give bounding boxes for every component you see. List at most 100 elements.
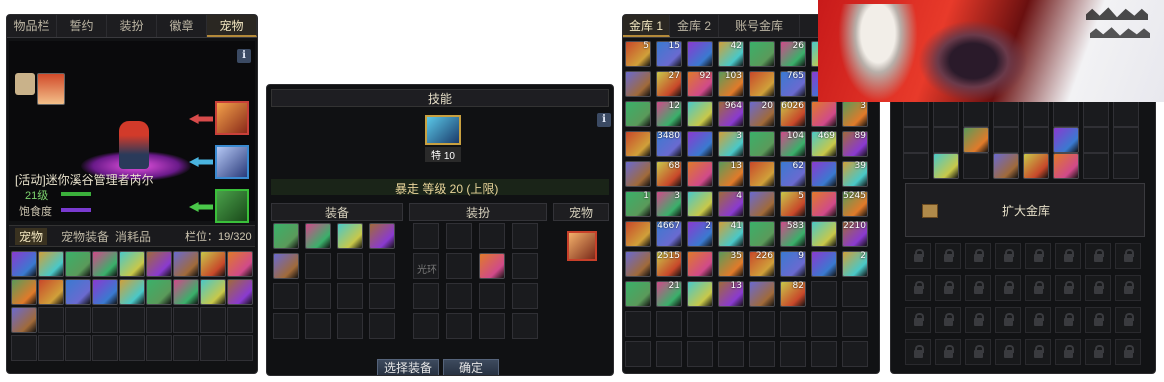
equipment-slot-empty[interactable] xyxy=(337,253,363,279)
empty-slot[interactable] xyxy=(92,307,118,333)
vault-item-slot[interactable] xyxy=(749,131,775,157)
empty-slot[interactable] xyxy=(227,335,253,361)
tab-pet[interactable]: 宠物 xyxy=(207,15,257,37)
pet-item-slot[interactable] xyxy=(11,251,37,277)
vault-item-slot[interactable] xyxy=(811,251,837,277)
vault-item-slot[interactable]: 2 xyxy=(842,251,868,277)
account-vault-item[interactable] xyxy=(993,153,1019,179)
vault-item-slot[interactable] xyxy=(811,101,837,127)
empty-slot[interactable] xyxy=(749,311,775,337)
pet-item-slot[interactable] xyxy=(92,279,118,305)
pet-item-slot[interactable] xyxy=(65,279,91,305)
pet-item-slot[interactable] xyxy=(173,251,199,277)
vault-item-slot[interactable]: 765 xyxy=(780,71,806,97)
empty-slot[interactable] xyxy=(811,341,837,367)
pet-skill-slot-2[interactable] xyxy=(215,145,249,179)
equipment-slot-empty[interactable] xyxy=(369,313,395,339)
tab-items[interactable]: 物品栏 xyxy=(7,15,57,37)
pet-item-slot[interactable] xyxy=(200,279,226,305)
pet-item-slot[interactable] xyxy=(38,279,64,305)
empty-slot[interactable] xyxy=(933,101,959,127)
vault-item-slot[interactable]: 4 xyxy=(718,191,744,217)
vault-item-slot[interactable]: 15 xyxy=(656,41,682,67)
vault-item-slot[interactable] xyxy=(811,221,837,247)
pet-skill-slot-1[interactable] xyxy=(215,101,249,135)
pet-item-slot[interactable] xyxy=(11,279,37,305)
vault-item-slot[interactable]: 27 xyxy=(656,71,682,97)
empty-slot[interactable] xyxy=(903,101,929,127)
equipment-slot[interactable] xyxy=(369,223,395,249)
empty-slot[interactable] xyxy=(65,307,91,333)
vault-item-slot[interactable]: 6026 xyxy=(780,101,806,127)
vault-item-slot[interactable]: 3 xyxy=(842,101,868,127)
empty-slot[interactable] xyxy=(1113,101,1139,127)
pet-item-slot[interactable] xyxy=(38,251,64,277)
vault-item-slot[interactable] xyxy=(749,41,775,67)
subtab-pet[interactable]: 宠物 xyxy=(15,228,48,245)
expand-vault-button[interactable]: 扩大金库 xyxy=(906,202,1146,219)
vault-item-slot[interactable] xyxy=(749,281,775,307)
empty-slot[interactable] xyxy=(718,311,744,337)
vault-item-slot[interactable] xyxy=(625,251,651,277)
equipment-slot[interactable] xyxy=(273,223,299,249)
pet-item-slot[interactable] xyxy=(65,251,91,277)
vault-item-slot[interactable] xyxy=(749,71,775,97)
avatar-slot-empty[interactable] xyxy=(512,283,538,309)
empty-slot[interactable] xyxy=(780,341,806,367)
vault-item-slot[interactable]: 583 xyxy=(780,221,806,247)
vault-item-slot[interactable]: 42 xyxy=(718,41,744,67)
pet-item-slot[interactable] xyxy=(173,279,199,305)
select-equipment-button[interactable]: 选择装备 xyxy=(377,359,439,375)
avatar-slot-empty[interactable] xyxy=(413,283,439,309)
equipment-slot-empty[interactable] xyxy=(305,283,331,309)
tab-account-vault[interactable]: 账号金库 xyxy=(719,15,800,37)
avatar-slot[interactable] xyxy=(479,253,505,279)
avatar-slot-empty[interactable] xyxy=(413,313,439,339)
vault-item-slot[interactable] xyxy=(749,161,775,187)
equipment-slot-empty[interactable] xyxy=(273,313,299,339)
avatar-slot-empty[interactable] xyxy=(446,283,472,309)
game-banner-image[interactable] xyxy=(818,0,1164,102)
subtab-consumables[interactable]: 消耗品 xyxy=(115,228,151,245)
empty-slot[interactable] xyxy=(65,335,91,361)
avatar-slot-empty[interactable] xyxy=(446,313,472,339)
empty-slot[interactable] xyxy=(173,335,199,361)
equipment-slot-empty[interactable] xyxy=(369,283,395,309)
avatar-slot-empty[interactable] xyxy=(512,223,538,249)
empty-slot[interactable] xyxy=(749,341,775,367)
tab-oath[interactable]: 誓约 xyxy=(57,15,107,37)
equipment-slot[interactable] xyxy=(273,253,299,279)
empty-slot[interactable] xyxy=(842,311,868,337)
equipment-slot-empty[interactable] xyxy=(337,313,363,339)
vault-item-slot[interactable] xyxy=(687,281,713,307)
vault-item-slot[interactable]: 4667 xyxy=(656,221,682,247)
vault-item-slot[interactable] xyxy=(687,161,713,187)
empty-slot[interactable] xyxy=(963,153,989,179)
empty-slot[interactable] xyxy=(1023,101,1049,127)
vault-item-slot[interactable]: 1 xyxy=(625,191,651,217)
equipment-slot-empty[interactable] xyxy=(369,253,395,279)
empty-slot[interactable] xyxy=(933,127,959,153)
account-vault-item[interactable] xyxy=(1053,127,1079,153)
empty-slot[interactable] xyxy=(119,307,145,333)
avatar-slot-empty[interactable] xyxy=(446,253,472,279)
vault-item-slot[interactable] xyxy=(687,191,713,217)
equipment-slot-empty[interactable] xyxy=(305,253,331,279)
vault-item-slot[interactable] xyxy=(687,101,713,127)
empty-slot[interactable] xyxy=(811,311,837,337)
vault-item-slot[interactable]: 62 xyxy=(780,161,806,187)
empty-slot[interactable] xyxy=(718,341,744,367)
empty-slot[interactable] xyxy=(993,127,1019,153)
empty-slot[interactable] xyxy=(842,281,868,307)
subtab-pet-equipment[interactable]: 宠物装备 xyxy=(61,228,109,245)
pet-character-sprite[interactable] xyxy=(119,121,149,169)
pet-item-slot[interactable] xyxy=(119,279,145,305)
equipment-slot[interactable] xyxy=(337,223,363,249)
vault-item-slot[interactable] xyxy=(625,131,651,157)
tab-vault-1[interactable]: 金库 1 xyxy=(623,15,670,37)
empty-slot[interactable] xyxy=(92,335,118,361)
vault-item-slot[interactable] xyxy=(625,71,651,97)
empty-slot[interactable] xyxy=(1053,101,1079,127)
empty-slot[interactable] xyxy=(903,127,929,153)
avatar-slot-empty[interactable] xyxy=(512,253,538,279)
